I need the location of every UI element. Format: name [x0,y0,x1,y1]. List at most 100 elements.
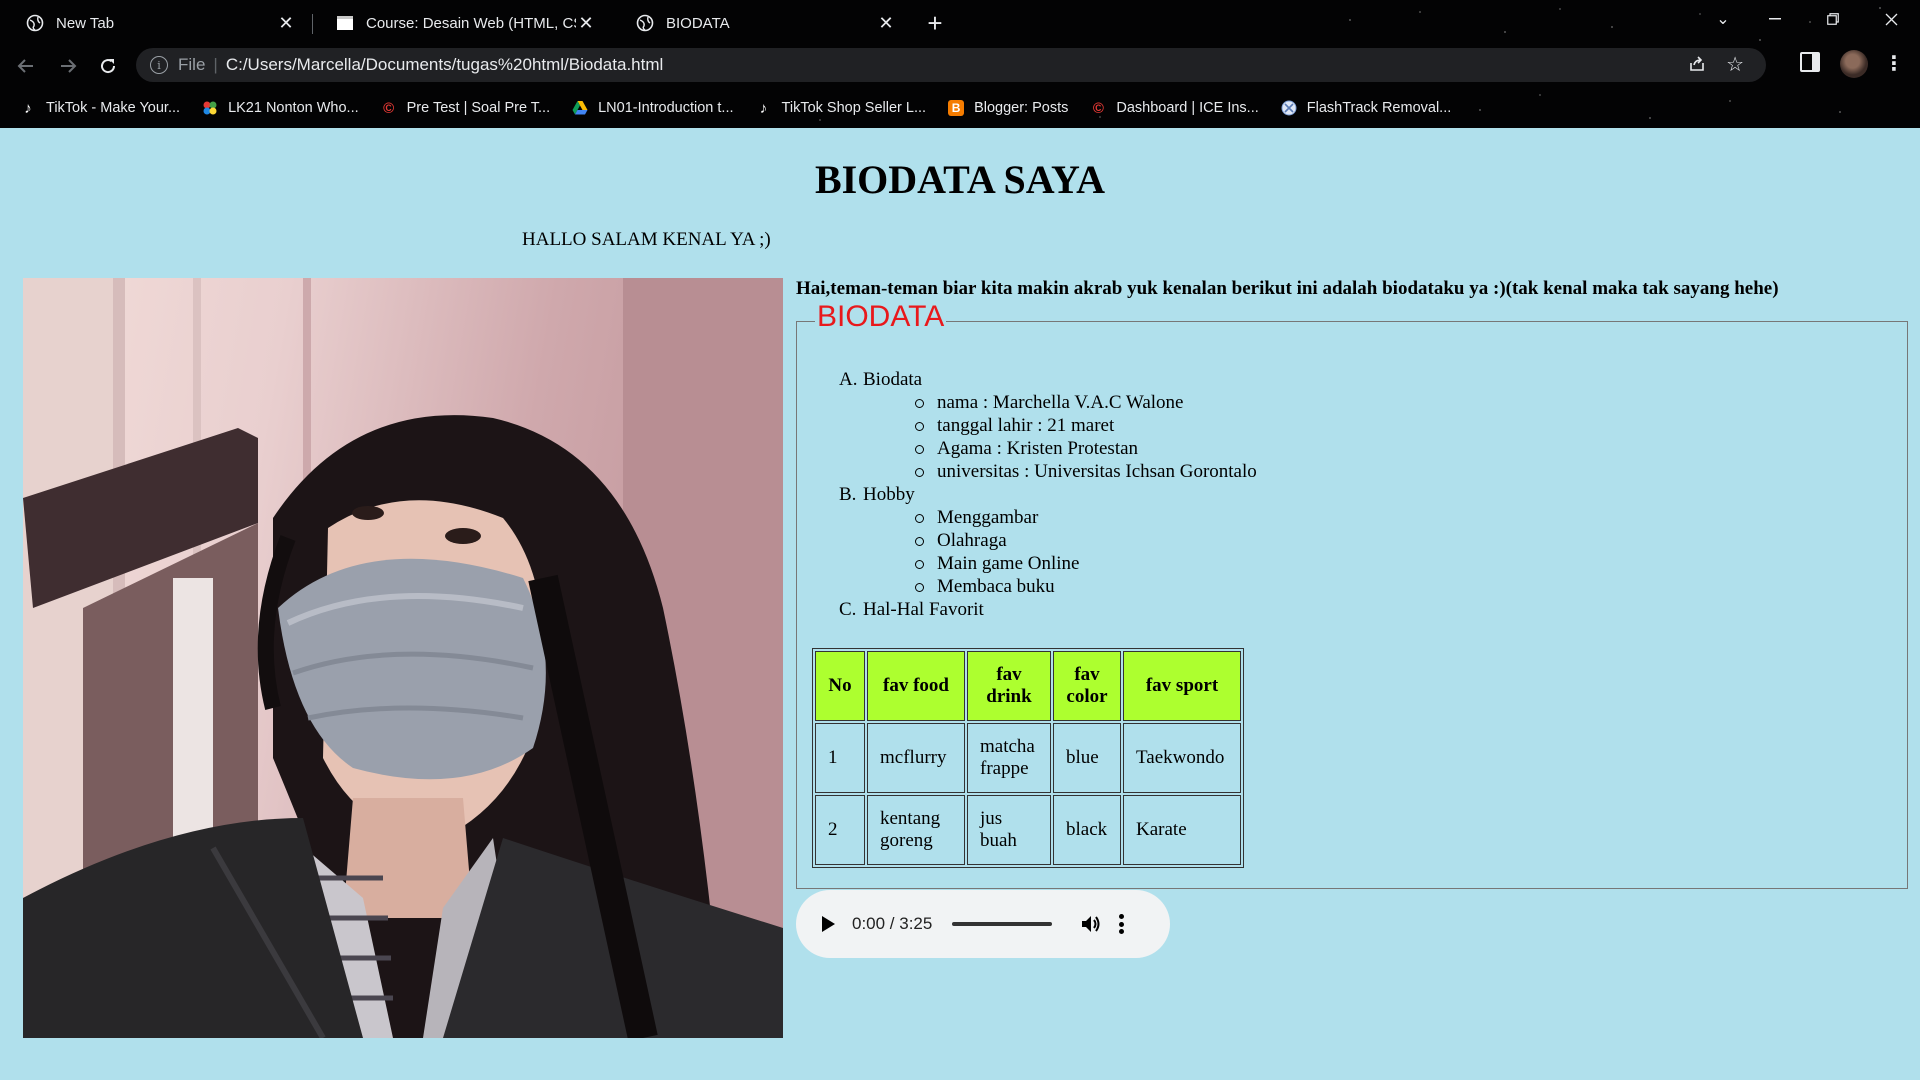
list-item: nama : Marchella V.A.C Walone [913,391,1257,414]
fieldset-legend: BIODATA [815,300,947,334]
course-page-icon [336,14,354,32]
tab-new-tab[interactable]: New Tab ✕ [0,6,310,40]
volume-icon[interactable] [1080,913,1102,935]
restore-icon[interactable] [1810,4,1856,34]
bookmark-label: LN01-Introduction t... [598,100,734,116]
site-info-icon[interactable]: i [150,56,168,74]
bookmark-item[interactable]: LN01-Introduction t... [572,100,734,116]
biodata-fieldset: BIODATA A. Biodata nama : Marchella V.A.… [796,300,1908,889]
table-cell: Karate [1123,795,1241,865]
close-icon[interactable]: ✕ [576,13,596,33]
tiktok-icon: ♪ [759,99,768,117]
intro-text: Hai,teman-teman biar kita makin akrab yu… [796,278,1779,299]
more-options-icon[interactable] [1118,914,1124,934]
profile-photo [23,278,783,1038]
favorites-table: No fav food fav drink fav color fav spor… [812,648,1244,868]
list-item: Main game Online [913,552,1257,575]
list-item: Menggambar [913,506,1257,529]
blogger-icon: B [948,100,965,116]
list-item: universitas : Universitas Ichsan Goronta… [913,460,1257,483]
globe-icon [636,14,654,32]
bookmark-item[interactable]: B Blogger: Posts [948,100,1068,116]
kebab-menu-icon[interactable]: ⋮ [1884,51,1904,76]
table-cell: blue [1053,723,1121,793]
url-text[interactable]: C:/Users/Marcella/Documents/tugas%20html… [226,55,663,75]
biodata-sublist: nama : Marchella V.A.C Walone tanggal la… [863,391,1257,483]
page-content: BIODATA SAYA HALLO SALAM KENAL YA ;) Hai… [0,128,1920,1080]
bookmark-label: LK21 Nonton Who... [228,100,359,116]
list-item: Membaca buku [913,575,1257,598]
bookmarks-bar: ♪ TikTok - Make Your... LK21 Nonton Who.… [0,94,1920,122]
tab-search-chevron-icon[interactable]: ⌄ [1700,4,1746,34]
bookmark-item[interactable]: FlashTrack Removal... [1281,100,1452,116]
scheme-label: File [178,55,206,74]
google-drive-icon [572,100,588,116]
lk21-icon [202,100,218,116]
table-cell: 1 [815,723,865,793]
audio-time: 0:00 / 3:25 [852,914,933,933]
close-icon[interactable]: ✕ [876,13,896,33]
list-marker: A. [839,369,858,390]
bookmark-label: Pre Test | Soal Pre T... [406,100,551,116]
tiktok-icon: ♪ [24,99,32,117]
table-header-row: No fav food fav drink fav color fav spor… [815,651,1241,721]
tab-title: BIODATA [666,14,730,32]
address-bar[interactable]: i File | C:/Users/Marcella/Documents/tug… [136,48,1766,82]
tab-biodata[interactable]: BIODATA ✕ [610,6,910,40]
bookmark-item[interactable]: © Pre Test | Soal Pre T... [381,99,551,117]
table-row: 2 kentang goreng jus buah black Karate [815,795,1241,865]
bookmark-item[interactable]: LK21 Nonton Who... [202,100,359,116]
list-item-biodata: A. Biodata nama : Marchella V.A.C Walone… [839,368,1257,483]
bookmark-item[interactable]: ♪ TikTok Shop Seller L... [756,99,927,117]
forward-arrow-icon[interactable] [52,50,84,82]
header-cell: No [815,651,865,721]
greeting-text: HALLO SALAM KENAL YA ;) [522,229,771,250]
reload-icon[interactable] [92,50,124,82]
table-cell: black [1053,795,1121,865]
list-item: tanggal lahir : 21 maret [913,414,1257,437]
list-marker: B. [839,484,857,505]
section-label: Hobby [863,484,915,505]
pretest-icon: © [383,99,395,117]
bookmark-label: FlashTrack Removal... [1306,100,1452,116]
new-tab-plus-icon[interactable]: + [920,9,950,39]
bookmark-label: TikTok Shop Seller L... [781,100,927,116]
ice-icon: © [1092,99,1104,117]
header-cell: fav food [867,651,965,721]
browser-toolbar: i File | C:/Users/Marcella/Documents/tug… [0,46,1920,86]
tab-course-desain-web[interactable]: Course: Desain Web (HTML, CSS) ✕ [310,6,610,40]
side-panel-icon[interactable] [1800,52,1820,72]
hobby-sublist: Menggambar Olahraga Main game Online Mem… [863,506,1257,598]
bookmark-label: Blogger: Posts [974,100,1069,116]
bookmark-item[interactable]: ♪ TikTok - Make Your... [20,99,181,117]
bookmark-label: TikTok - Make Your... [46,100,181,116]
play-icon[interactable] [822,916,835,932]
table-cell: 2 [815,795,865,865]
list-item: Agama : Kristen Protestan [913,437,1257,460]
audio-progress-slider[interactable] [952,922,1053,926]
table-row: 1 mcflurry matcha frappe blue Taekwondo [815,723,1241,793]
audio-player[interactable]: 0:00 / 3:25 [796,890,1170,958]
tab-title: New Tab [56,14,115,32]
header-cell: fav drink [967,651,1051,721]
browser-chrome: New Tab ✕ Course: Desain Web (HTML, CSS)… [0,0,1920,128]
share-icon[interactable] [1688,55,1706,78]
address-divider: | [213,55,218,74]
table-cell: kentang goreng [867,795,965,865]
bookmark-item[interactable]: © Dashboard | ICE Ins... [1090,99,1259,117]
table-cell: mcflurry [867,723,965,793]
close-icon[interactable]: ✕ [276,13,296,33]
table-cell: Taekwondo [1123,723,1241,793]
bookmark-star-icon[interactable]: ☆ [1726,52,1744,77]
section-label: Hal-Hal Favorit [863,599,984,620]
flashtrack-icon [1281,100,1297,116]
section-label: Biodata [863,369,923,390]
globe-icon [26,14,44,32]
back-arrow-icon[interactable] [10,50,42,82]
list-item-hobby: B. Hobby Menggambar Olahraga Main game O… [839,483,1257,598]
table-cell: matcha frappe [967,723,1051,793]
list-marker: C. [839,599,857,620]
profile-avatar[interactable] [1840,50,1868,78]
window-close-icon[interactable] [1868,4,1914,34]
minimize-icon[interactable] [1752,4,1798,34]
